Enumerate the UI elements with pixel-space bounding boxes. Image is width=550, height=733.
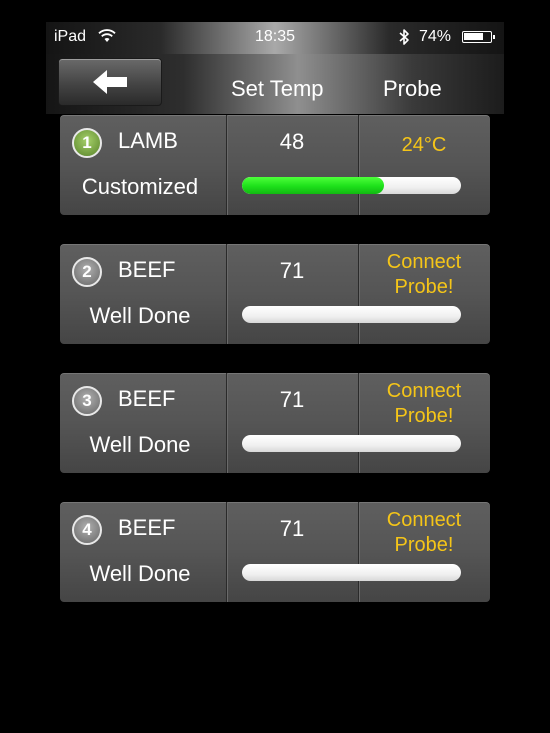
battery-percent: 74% — [419, 28, 452, 45]
probe-number-badge: 2 — [72, 257, 102, 287]
probe-status-line2: Probe! — [394, 405, 454, 427]
probe-status: 24°C — [358, 133, 490, 158]
doneness-label: Customized — [81, 174, 199, 199]
probe-status-line2: Probe! — [394, 276, 454, 298]
column-divider — [358, 115, 360, 215]
probe-status-line1: Connect — [386, 251, 462, 273]
meat-type: BEEF — [118, 515, 176, 540]
set-temp-value[interactable]: 71 — [226, 387, 358, 413]
doneness-label: Well Done — [89, 432, 191, 457]
set-temp-value[interactable]: 71 — [226, 258, 358, 284]
progress-fill — [242, 177, 385, 194]
cooking-progress-bar — [242, 435, 461, 452]
back-button[interactable] — [58, 58, 162, 106]
cooking-progress-bar — [242, 564, 461, 581]
probe-status: Connect Probe! — [358, 379, 490, 429]
cooking-progress-bar — [242, 177, 461, 194]
probe-status-line1: Connect — [386, 509, 462, 531]
column-header-set-temp: Set Temp — [231, 76, 324, 101]
set-temp-value[interactable]: 71 — [226, 516, 358, 542]
battery-nub — [493, 35, 495, 39]
probe-number-badge: 4 — [72, 515, 102, 545]
nav-bar: Set Temp Probe — [46, 54, 504, 114]
meat-type: BEEF — [118, 257, 176, 282]
column-header-probe: Probe — [383, 76, 442, 101]
device-screen: iPad 18:35 74% Set Temp Probe 1 LAMB Cus… — [46, 22, 504, 620]
probe-number-badge: 1 — [72, 128, 102, 158]
doneness-label: Well Done — [89, 303, 191, 328]
meat-type: BEEF — [118, 386, 176, 411]
probe-number-badge: 3 — [72, 386, 102, 416]
probe-row-3[interactable]: 3 BEEF Well Done 71 Connect Probe! — [60, 373, 490, 473]
status-bar: iPad 18:35 74% — [46, 22, 504, 54]
probe-row-2[interactable]: 2 BEEF Well Done 71 Connect Probe! — [60, 244, 490, 344]
battery-fill — [464, 33, 483, 40]
battery-icon — [462, 31, 495, 43]
probe-temperature: 24°C — [401, 134, 447, 156]
probe-row-1[interactable]: 1 LAMB Customized 48 24°C — [60, 115, 490, 215]
cooking-progress-bar — [242, 306, 461, 323]
probe-status-line1: Connect — [386, 380, 462, 402]
arrow-left-icon — [93, 70, 127, 94]
bluetooth-icon — [399, 29, 409, 45]
probe-row-4[interactable]: 4 BEEF Well Done 71 Connect Probe! — [60, 502, 490, 602]
doneness-label: Well Done — [89, 561, 191, 586]
probe-status: Connect Probe! — [358, 250, 490, 300]
probe-status-line2: Probe! — [394, 534, 454, 556]
probe-status: Connect Probe! — [358, 508, 490, 558]
meat-type: LAMB — [118, 128, 178, 153]
set-temp-value[interactable]: 48 — [226, 129, 358, 155]
